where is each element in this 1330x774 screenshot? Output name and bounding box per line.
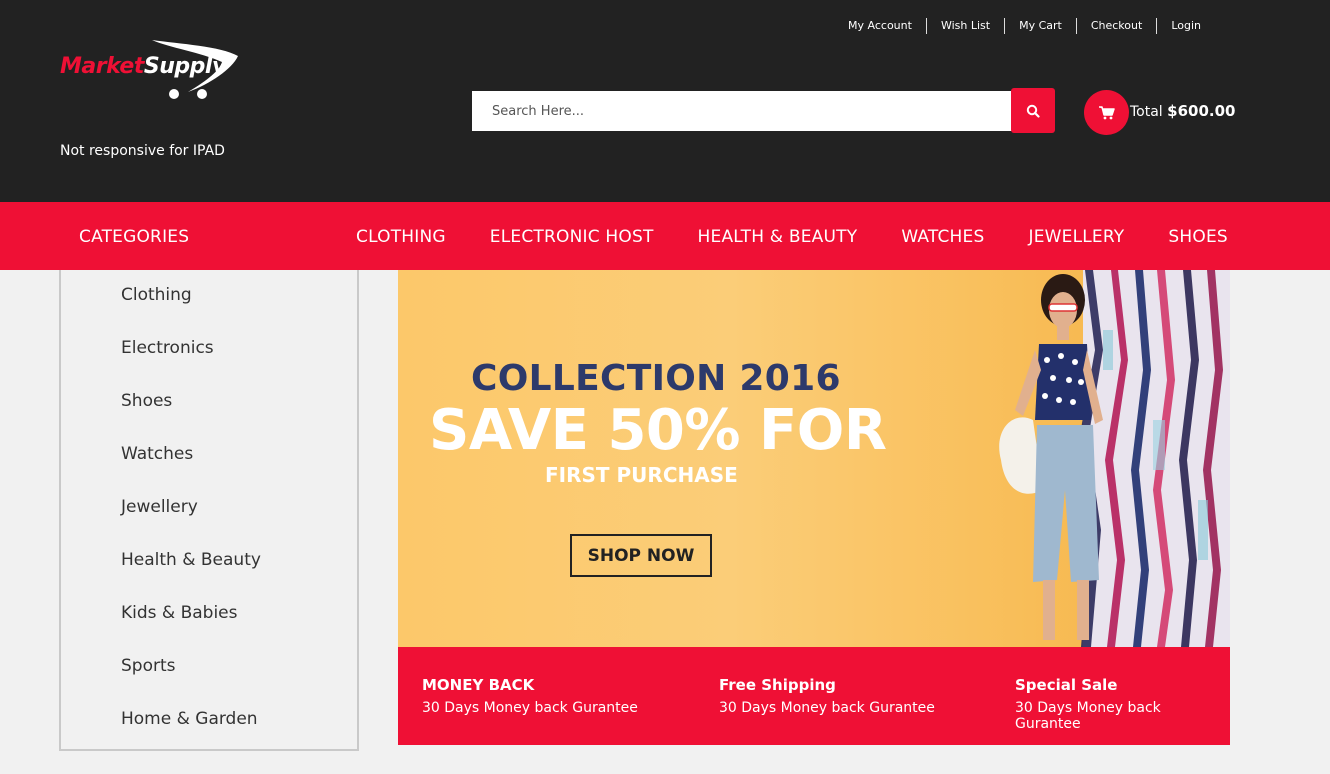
- nav-item-electronic-host[interactable]: ELECTRONIC HOST: [490, 227, 654, 247]
- cart-button[interactable]: [1084, 90, 1129, 135]
- banner-model-image: [999, 270, 1230, 647]
- feature-title: Free Shipping: [719, 676, 836, 694]
- cart-icon: [1098, 105, 1115, 119]
- feature-subtitle: 30 Days Money back Gurantee: [719, 700, 935, 716]
- feature-free-shipping: Free Shipping 30 Days Money back Gurante…: [719, 676, 935, 716]
- sidebar-item-health-beauty[interactable]: Health & Beauty: [61, 550, 357, 603]
- nav-item-jewellery[interactable]: JEWELLERY: [1028, 227, 1124, 247]
- search-button[interactable]: [1011, 88, 1055, 133]
- my-cart-link[interactable]: My Cart: [1004, 18, 1076, 34]
- sidebar-item-clothing[interactable]: Clothing: [61, 285, 357, 338]
- nav-categories[interactable]: CATEGORIES: [79, 227, 189, 247]
- logo[interactable]: MarketSupply: [60, 34, 250, 104]
- nav-items: CLOTHING ELECTRONIC HOST HEALTH & BEAUTY…: [356, 227, 1272, 247]
- features-bar: MONEY BACK 30 Days Money back Gurantee F…: [398, 647, 1230, 745]
- feature-money-back: MONEY BACK 30 Days Money back Gurantee: [422, 676, 638, 716]
- cart-total-value: $600.00: [1167, 102, 1236, 120]
- banner-line3: FIRST PURCHASE: [545, 463, 738, 487]
- search-icon: [1026, 104, 1040, 118]
- cart-total[interactable]: Total $600.00: [1130, 102, 1235, 120]
- feature-special-sale: Special Sale 30 Days Money back Gurantee: [1015, 676, 1230, 732]
- login-link[interactable]: Login: [1156, 18, 1215, 34]
- banner-line2: SAVE 50% FOR: [429, 398, 887, 463]
- sidebar-item-shoes[interactable]: Shoes: [61, 391, 357, 444]
- top-links: My Account Wish List My Cart Checkout Lo…: [834, 18, 1215, 34]
- search-input[interactable]: [472, 91, 1012, 131]
- nav-item-watches[interactable]: WATCHES: [901, 227, 984, 247]
- feature-title: Special Sale: [1015, 676, 1118, 694]
- checkout-link[interactable]: Checkout: [1075, 18, 1156, 34]
- feature-subtitle: 30 Days Money back Gurantee: [422, 700, 638, 716]
- feature-title: MONEY BACK: [422, 676, 535, 694]
- tagline: Not responsive for IPAD: [60, 143, 225, 159]
- cart-total-label: Total: [1130, 104, 1163, 120]
- main-nav: CATEGORIES CLOTHING ELECTRONIC HOST HEAL…: [0, 202, 1330, 270]
- sidebar-item-kids-babies[interactable]: Kids & Babies: [61, 603, 357, 656]
- banner-line1: COLLECTION 2016: [471, 358, 841, 399]
- sidebar-item-jewellery[interactable]: Jewellery: [61, 497, 357, 550]
- nav-item-clothing[interactable]: CLOTHING: [356, 227, 446, 247]
- sidebar-item-sports[interactable]: Sports: [61, 656, 357, 709]
- sidebar-item-home-garden[interactable]: Home & Garden: [61, 709, 357, 762]
- nav-item-shoes[interactable]: SHOES: [1168, 227, 1228, 247]
- sidebar-item-watches[interactable]: Watches: [61, 444, 357, 497]
- wish-list-link[interactable]: Wish List: [925, 18, 1004, 34]
- feature-subtitle: 30 Days Money back Gurantee: [1015, 700, 1161, 732]
- shop-now-button[interactable]: SHOP NOW: [570, 534, 712, 577]
- logo-text: MarketSupply: [60, 54, 226, 79]
- my-account-link[interactable]: My Account: [834, 18, 926, 34]
- category-sidebar: Clothing Electronics Shoes Watches Jewel…: [59, 270, 359, 751]
- sidebar-item-electronics[interactable]: Electronics: [61, 338, 357, 391]
- nav-item-health-beauty[interactable]: HEALTH & BEAUTY: [698, 227, 858, 247]
- hero-banner[interactable]: COLLECTION 2016 SAVE 50% FOR FIRST PURCH…: [398, 270, 1230, 647]
- site-header: MarketSupply Not responsive for IPAD My …: [0, 0, 1330, 202]
